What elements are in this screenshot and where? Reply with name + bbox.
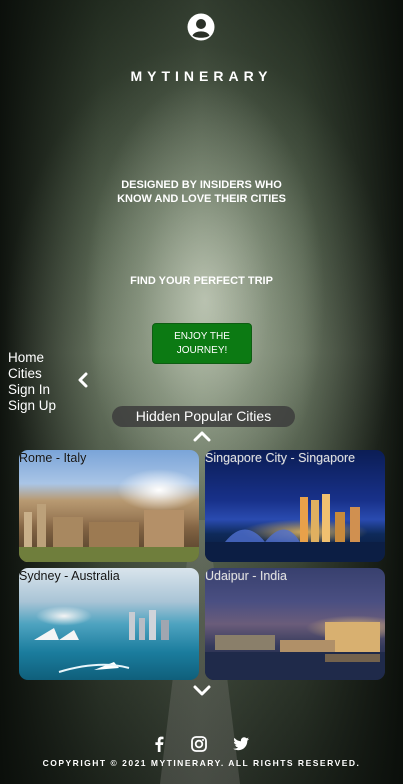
city-card-sydney[interactable]: Sydney - Australia xyxy=(19,568,199,680)
nav-item-home[interactable]: Home xyxy=(8,350,56,366)
city-card-udaipur[interactable]: Udaipur - India xyxy=(205,568,385,680)
nav-item-sign-in[interactable]: Sign In xyxy=(8,382,56,398)
singapore-skyline-image xyxy=(205,494,385,562)
nav-item-cities[interactable]: Cities xyxy=(8,366,56,382)
city-card-singapore[interactable]: Singapore City - Singapore xyxy=(205,450,385,562)
brand-title: MYTINERARY xyxy=(130,68,273,84)
chevron-left-icon[interactable] xyxy=(77,372,89,388)
copyright-text: COPYRIGHT © 2021 MYTINERARY. ALL RIGHTS … xyxy=(42,758,361,768)
side-nav: Home Cities Sign In Sign Up xyxy=(8,350,56,414)
hero-subtitle: FIND YOUR PERFECT TRIP xyxy=(130,275,273,287)
facebook-icon[interactable] xyxy=(150,735,168,753)
instagram-icon[interactable] xyxy=(190,735,208,753)
city-card-label: Sydney - Australia xyxy=(19,569,120,583)
rome-ruins-image xyxy=(19,504,199,562)
city-card-label: Udaipur - India xyxy=(205,569,287,583)
enjoy-journey-button[interactable]: ENJOY THE JOURNEY! xyxy=(152,323,252,364)
hero-tagline: DESIGNED BY INSIDERS WHO KNOW AND LOVE T… xyxy=(117,179,286,205)
udaipur-palace-image xyxy=(205,622,385,680)
city-card-label: Singapore City - Singapore xyxy=(205,451,356,465)
city-card-rome[interactable]: Rome - Italy xyxy=(19,450,199,562)
twitter-icon[interactable] xyxy=(232,735,250,753)
chevron-up-icon[interactable] xyxy=(192,430,212,442)
nav-item-sign-up[interactable]: Sign Up xyxy=(8,398,56,414)
carousel-title: Hidden Popular Cities xyxy=(112,406,295,427)
sydney-harbour-image xyxy=(34,610,169,673)
user-account-icon[interactable] xyxy=(187,13,215,41)
city-card-label: Rome - Italy xyxy=(19,451,87,465)
chevron-down-icon[interactable] xyxy=(192,685,212,697)
